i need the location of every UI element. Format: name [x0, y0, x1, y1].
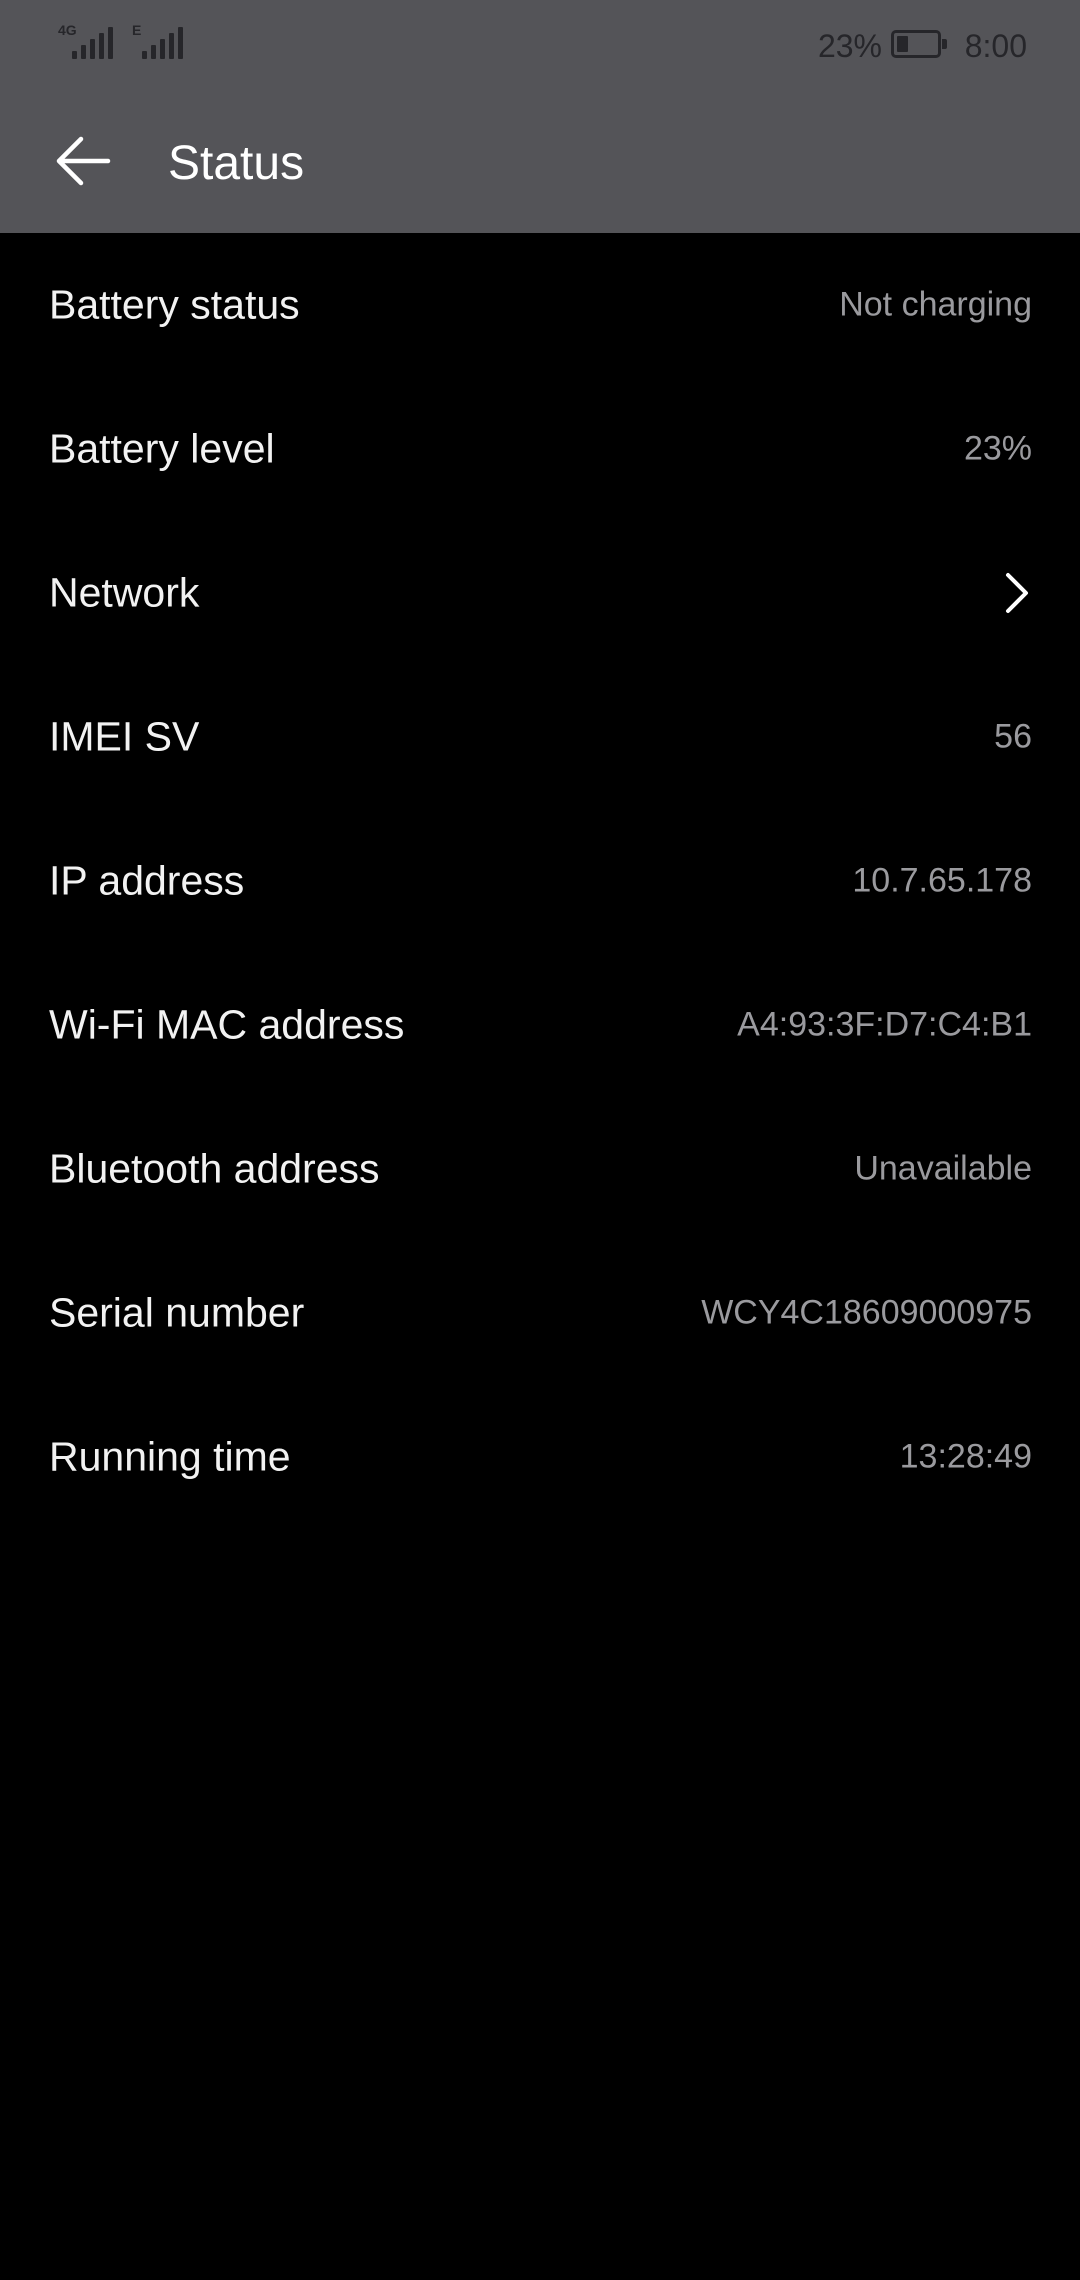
- status-screen: 4G E 23% 8:00 Status Battery status Not …: [0, 0, 1080, 2280]
- signal-strength-icon: 4G: [58, 22, 116, 62]
- status-bar: 4G E 23% 8:00: [0, 0, 1080, 92]
- row-value: 10.7.65.178: [852, 861, 1032, 900]
- chevron-right-icon: [1006, 573, 1028, 613]
- row-value: WCY4C18609000975: [701, 1293, 1032, 1332]
- page-title: Status: [168, 137, 305, 190]
- signal-strength-icon-secondary: E: [132, 22, 183, 62]
- row-value: 23%: [963, 429, 1032, 468]
- header: 4G E 23% 8:00 Status: [0, 0, 1080, 233]
- list-item-serial-number: Serial number WCY4C18609000975: [0, 1241, 1080, 1385]
- network-type-label: 4G: [58, 22, 77, 38]
- list-item-network[interactable]: Network: [0, 521, 1080, 665]
- row-label: Running time: [49, 1433, 291, 1480]
- row-label: Bluetooth address: [49, 1145, 380, 1192]
- list-item-bluetooth-address: Bluetooth address Unavailable: [0, 1097, 1080, 1241]
- row-label: Serial number: [49, 1289, 305, 1336]
- list-item-battery-level: Battery level 23%: [0, 377, 1080, 521]
- back-button[interactable]: [40, 118, 126, 204]
- row-label: Battery status: [49, 281, 300, 328]
- list-item-imei-sv: IMEI SV 56: [0, 665, 1080, 809]
- row-value: 56: [994, 717, 1032, 756]
- list-item-battery-status: Battery status Not charging: [0, 233, 1080, 377]
- row-value: Not charging: [839, 285, 1032, 324]
- row-label: Wi-Fi MAC address: [49, 1001, 405, 1048]
- status-list: Battery status Not charging Battery leve…: [0, 233, 1080, 1529]
- network-type-label-secondary: E: [132, 22, 142, 38]
- row-label: Battery level: [49, 425, 275, 472]
- list-item-ip-address: IP address 10.7.65.178: [0, 809, 1080, 953]
- row-value: 13:28:49: [899, 1437, 1032, 1476]
- list-item-wifi-mac-address: Wi-Fi MAC address A4:93:3F:D7:C4:B1: [0, 953, 1080, 1097]
- row-value: Unavailable: [854, 1149, 1032, 1188]
- row-label: IP address: [49, 857, 245, 904]
- list-item-running-time: Running time 13:28:49: [0, 1385, 1080, 1529]
- clock: 8:00: [964, 28, 1027, 64]
- battery-percent: 23%: [817, 28, 882, 64]
- row-label: IMEI SV: [49, 713, 200, 760]
- row-value: A4:93:3F:D7:C4:B1: [737, 1005, 1032, 1044]
- battery-icon: [891, 30, 947, 58]
- row-label: Network: [49, 569, 200, 616]
- arrow-left-icon: [56, 136, 111, 186]
